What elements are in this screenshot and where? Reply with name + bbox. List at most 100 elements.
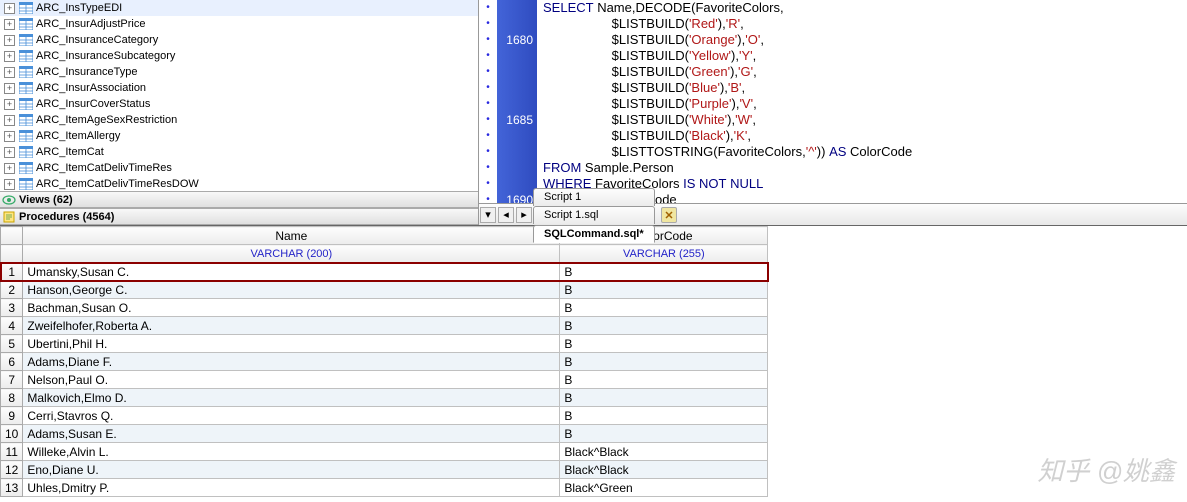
row-number[interactable]: 13 (1, 479, 23, 497)
tab-close[interactable] (661, 207, 677, 223)
editor-tab[interactable]: Script 1 (533, 188, 655, 206)
table-icon (19, 66, 33, 78)
row-number[interactable]: 2 (1, 281, 23, 299)
expand-icon[interactable]: + (4, 3, 15, 14)
cell[interactable]: Black^Black (560, 443, 768, 461)
tree-item-label: ARC_ItemCatDelivTimeRes (36, 162, 172, 174)
tree-item-label: ARC_ItemAgeSexRestriction (36, 114, 177, 126)
row-number[interactable]: 10 (1, 425, 23, 443)
tree-item[interactable]: + ARC_InsurAdjustPrice (0, 16, 478, 32)
cell[interactable]: B (560, 389, 768, 407)
cell[interactable]: B (560, 371, 768, 389)
expand-icon[interactable]: + (4, 147, 15, 158)
cell[interactable]: B (560, 353, 768, 371)
row-number[interactable]: 7 (1, 371, 23, 389)
cell[interactable]: B (560, 263, 768, 281)
corner-cell (1, 227, 23, 245)
tree-item-label: ARC_ItemCat (36, 146, 104, 158)
tree-item[interactable]: + ARC_InsuranceCategory (0, 32, 478, 48)
table-icon (19, 2, 33, 14)
expand-icon[interactable]: + (4, 83, 15, 94)
expand-icon[interactable]: + (4, 99, 15, 110)
cell[interactable]: Uhles,Dmitry P. (23, 479, 560, 497)
cell[interactable]: Hanson,George C. (23, 281, 560, 299)
tab-prev[interactable]: ◂ (498, 207, 514, 223)
row-number[interactable]: 4 (1, 317, 23, 335)
cell[interactable]: Adams,Susan E. (23, 425, 560, 443)
row-number[interactable]: 9 (1, 407, 23, 425)
object-explorer: +ARC_InsTypeEDI+ARC_InsurAdjustPrice+ARC… (0, 0, 479, 225)
expand-icon[interactable]: + (4, 51, 15, 62)
row-number[interactable]: 1 (1, 263, 23, 281)
table-icon (19, 50, 33, 62)
row-number[interactable]: 8 (1, 389, 23, 407)
tree-item-label: ARC_InsurAdjustPrice (36, 18, 145, 30)
tree-item-label: ARC_InsuranceType (36, 66, 138, 78)
editor-tab[interactable]: SQLCommand.sql* (533, 225, 655, 243)
tree-item[interactable]: + ARC_ItemAllergy (0, 128, 478, 144)
tree-item[interactable]: + ARC_InsuranceType (0, 64, 478, 80)
tree-item-label: ARC_InsuranceCategory (36, 34, 158, 46)
row-number[interactable]: 12 (1, 461, 23, 479)
table-icon (19, 18, 33, 30)
cell[interactable]: Bachman,Susan O. (23, 299, 560, 317)
tree-item[interactable]: + ARC_ItemCatDelivTimeRes (0, 160, 478, 176)
tree-item-label: ARC_ItemCatDelivTimeResDOW (36, 178, 199, 190)
cell[interactable]: Adams,Diane F. (23, 353, 560, 371)
column-header[interactable]: Name (23, 227, 560, 245)
tree-item-label: ARC_InsurCoverStatus (36, 98, 150, 110)
tree-item[interactable]: +ARC_InsuranceSubcategory (0, 48, 478, 64)
cell[interactable]: B (560, 335, 768, 353)
results-grid: NameColorCodeVARCHAR (200)VARCHAR (255)1… (0, 225, 1187, 497)
cell[interactable]: B (560, 281, 768, 299)
expand-icon[interactable]: + (4, 67, 15, 78)
tree-item-label: ARC_InsTypeEDI (36, 2, 122, 14)
tree-view[interactable]: +ARC_InsTypeEDI+ARC_InsurAdjustPrice+ARC… (0, 0, 478, 191)
cell[interactable]: Zweifelhofer,Roberta A. (23, 317, 560, 335)
cell[interactable]: B (560, 299, 768, 317)
cell[interactable]: Umansky,Susan C. (23, 263, 560, 281)
tree-item-label: ARC_InsurAssociation (36, 82, 146, 94)
row-number[interactable]: 6 (1, 353, 23, 371)
cell[interactable]: Nelson,Paul O. (23, 371, 560, 389)
row-number[interactable]: 11 (1, 443, 23, 461)
cell[interactable]: Malkovich,Elmo D. (23, 389, 560, 407)
editor-tabs: ▾ ◂ ▸ Script 1Script 1.sqlSQLCommand.sql… (479, 203, 1187, 225)
tree-item[interactable]: + ARC_ItemAgeSexRestriction (0, 112, 478, 128)
tree-item[interactable]: + ARC_InsurAssociation (0, 80, 478, 96)
cell[interactable]: Black^Green (560, 479, 768, 497)
cell[interactable]: Black^Black (560, 461, 768, 479)
table-icon (19, 82, 33, 94)
cell[interactable]: Cerri,Stavros Q. (23, 407, 560, 425)
cell[interactable]: B (560, 407, 768, 425)
procedures-icon (2, 210, 16, 224)
views-bar[interactable]: Views (62) (0, 191, 478, 208)
sql-editor[interactable]: ••••••••••••• 168016851690 SELECT Name,D… (479, 0, 1187, 203)
table-icon (19, 178, 33, 190)
expand-icon[interactable]: + (4, 19, 15, 30)
tree-item-label: ARC_ItemAllergy (36, 130, 120, 142)
table-icon (19, 98, 33, 110)
expand-icon[interactable]: + (4, 131, 15, 142)
cell[interactable]: Ubertini,Phil H. (23, 335, 560, 353)
tree-item[interactable]: + ARC_InsurCoverStatus (0, 96, 478, 112)
tree-item[interactable]: + ARC_ItemCatDelivTimeResDOW (0, 176, 478, 191)
cell[interactable]: Willeke,Alvin L. (23, 443, 560, 461)
expand-icon[interactable]: + (4, 35, 15, 46)
tab-dropdown[interactable]: ▾ (480, 207, 496, 223)
result-table[interactable]: NameColorCodeVARCHAR (200)VARCHAR (255)1… (0, 226, 768, 497)
tree-item[interactable]: + ARC_ItemCat (0, 144, 478, 160)
row-number[interactable]: 3 (1, 299, 23, 317)
row-number[interactable]: 5 (1, 335, 23, 353)
editor-tab[interactable]: Script 1.sql (533, 206, 655, 224)
column-type: VARCHAR (255) (560, 245, 768, 263)
expand-icon[interactable]: + (4, 115, 15, 126)
cell[interactable]: B (560, 425, 768, 443)
cell[interactable]: B (560, 317, 768, 335)
tree-item[interactable]: + ARC_InsTypeEDI (0, 0, 478, 16)
tab-next[interactable]: ▸ (516, 207, 532, 223)
cell[interactable]: Eno,Diane U. (23, 461, 560, 479)
expand-icon[interactable]: + (4, 179, 15, 190)
procedures-bar[interactable]: Procedures (4564) (0, 208, 478, 225)
expand-icon[interactable]: + (4, 163, 15, 174)
